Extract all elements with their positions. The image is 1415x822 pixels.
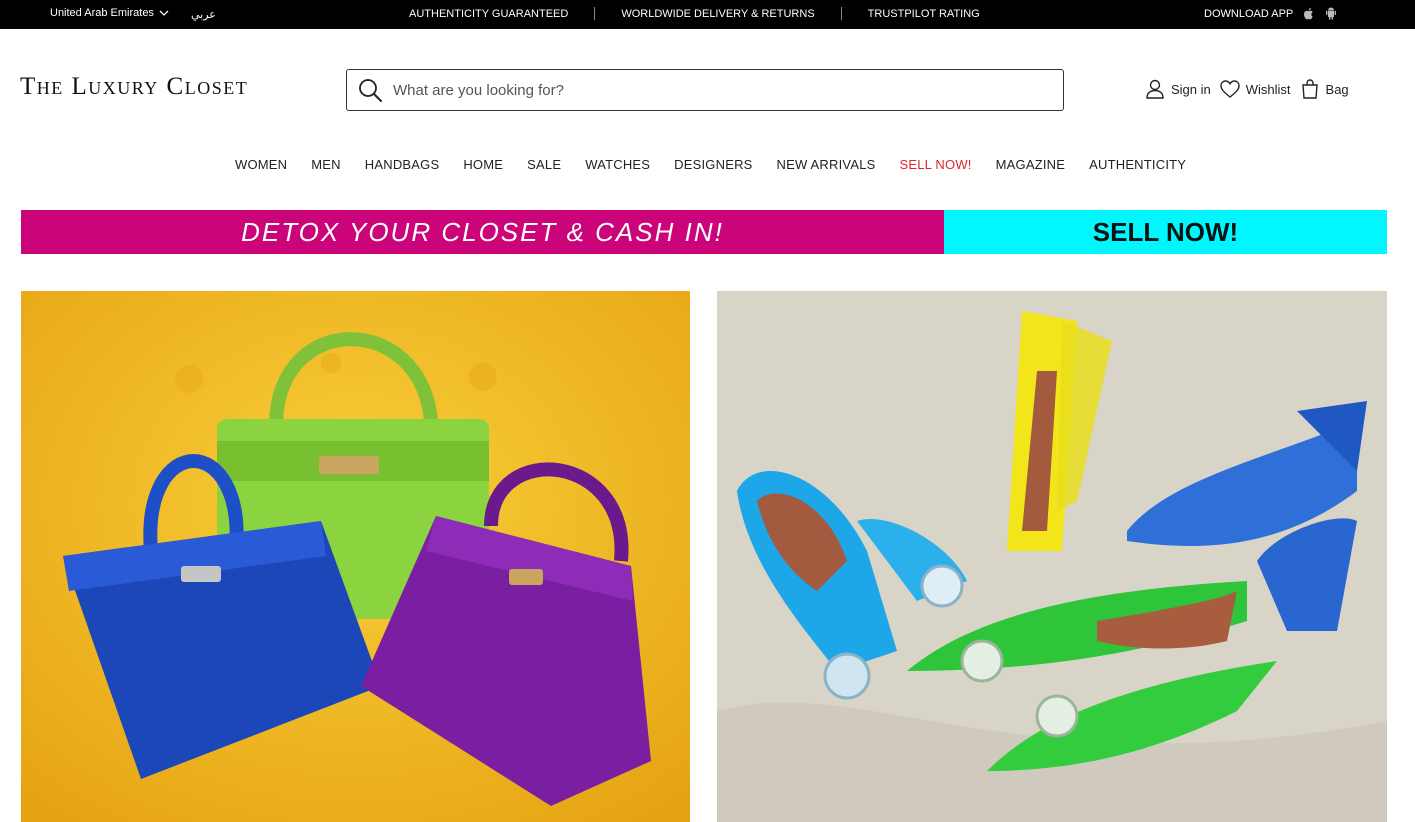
nav-item-magazine[interactable]: MAGAZINE: [996, 157, 1066, 172]
nav-item-sell-now[interactable]: SELL NOW!: [900, 157, 972, 172]
nav-item-new-arrivals[interactable]: NEW ARRIVALS: [777, 157, 876, 172]
shoes-image: [717, 291, 1387, 822]
apple-icon[interactable]: [1303, 7, 1315, 20]
download-app[interactable]: DOWNLOAD APP: [1204, 7, 1337, 20]
site-logo[interactable]: The Luxury Closet: [20, 72, 248, 102]
banner-sell-now-button[interactable]: SELL NOW!: [944, 210, 1387, 254]
shopping-bag-icon: [1301, 79, 1318, 99]
language-switch[interactable]: عربي: [191, 8, 216, 21]
chevron-down-icon: [159, 10, 169, 16]
country-label: United Arab Emirates: [50, 7, 154, 19]
android-icon[interactable]: [1325, 7, 1337, 20]
promo-trustpilot[interactable]: TRUSTPILOT RATING: [868, 8, 980, 20]
download-app-label[interactable]: DOWNLOAD APP: [1204, 8, 1293, 20]
nav-item-authenticity[interactable]: AUTHENTICITY: [1089, 157, 1186, 172]
sign-in-label[interactable]: Sign in: [1171, 82, 1211, 97]
main-nav: WOMEN MEN HANDBAGS HOME SALE WATCHES DES…: [235, 157, 1210, 172]
wishlist-button[interactable]: Wishlist: [1219, 78, 1291, 100]
search-icon[interactable]: [357, 77, 383, 103]
top-bar: United Arab Emirates عربي AUTHENTICITY G…: [0, 0, 1415, 29]
promo-delivery[interactable]: WORLDWIDE DELIVERY & RETURNS: [621, 8, 814, 20]
nav-item-sale[interactable]: SALE: [527, 157, 561, 172]
country-selector[interactable]: United Arab Emirates: [50, 7, 170, 19]
nav-item-watches[interactable]: WATCHES: [585, 157, 650, 172]
heart-icon: [1220, 80, 1240, 98]
promo-authenticity[interactable]: AUTHENTICITY GUARANTEED: [409, 8, 568, 20]
nav-item-women[interactable]: WOMEN: [235, 157, 287, 172]
banner-promo-text[interactable]: DETOX YOUR CLOSET & CASH IN!: [21, 210, 944, 254]
account-menu: Sign in Wishlist Bag: [1144, 78, 1357, 100]
search-bar[interactable]: [346, 69, 1064, 111]
divider: [594, 7, 596, 20]
sell-banner[interactable]: DETOX YOUR CLOSET & CASH IN! SELL NOW!: [21, 210, 1387, 254]
nav-item-men[interactable]: MEN: [311, 157, 341, 172]
hero-image-handbags[interactable]: [21, 291, 690, 822]
handbags-image: [21, 291, 690, 822]
divider: [840, 7, 842, 20]
nav-item-handbags[interactable]: HANDBAGS: [365, 157, 440, 172]
bag-label[interactable]: Bag: [1326, 82, 1349, 97]
nav-item-designers[interactable]: DESIGNERS: [674, 157, 752, 172]
sign-in-button[interactable]: Sign in: [1144, 78, 1211, 100]
bag-button[interactable]: Bag: [1299, 78, 1349, 100]
search-input[interactable]: [393, 81, 1033, 99]
wishlist-label[interactable]: Wishlist: [1246, 82, 1291, 97]
hero-image-shoes[interactable]: [717, 291, 1387, 822]
promo-strip: AUTHENTICITY GUARANTEED WORLDWIDE DELIVE…: [409, 7, 980, 20]
user-icon: [1146, 79, 1164, 99]
nav-item-home[interactable]: HOME: [463, 157, 503, 172]
